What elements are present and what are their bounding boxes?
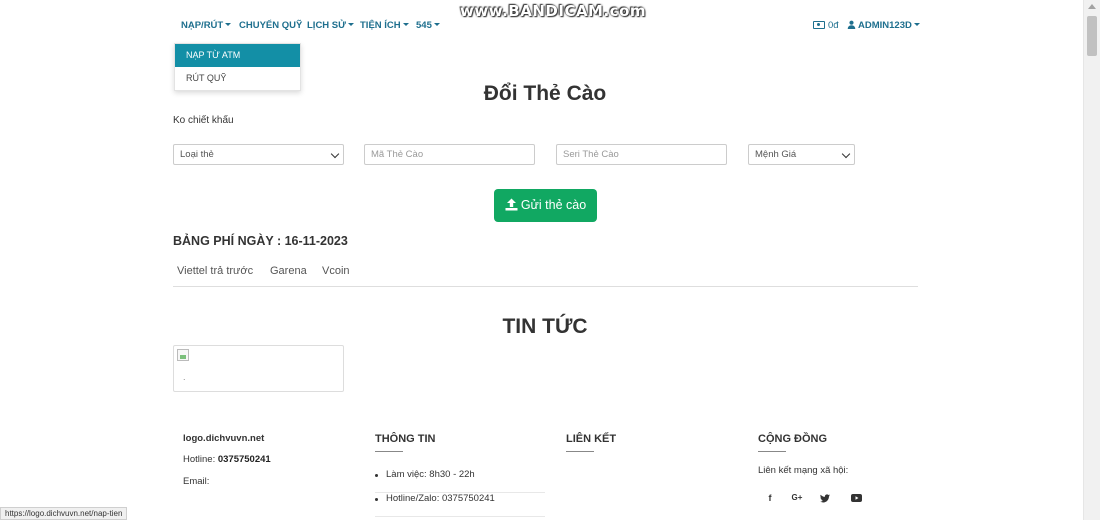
broken-image-icon [177,349,189,361]
vertical-scrollbar[interactable] [1083,0,1100,520]
upload-icon [505,198,518,211]
nav-nap-rut[interactable]: NẠP/RÚT [181,20,232,31]
news-title: TIN TỨC [502,315,588,338]
footer-info-item-hotline: Hotline/Zalo: 0375750241 [375,493,545,517]
nav-545[interactable]: 545 [416,20,440,31]
news-card-caption: . [183,372,186,382]
denomination-select[interactable]: Mệnh Giá [748,144,855,165]
nav-tien-ich[interactable]: TIỆN ÍCH [360,20,409,31]
youtube-play-glyph [850,494,862,502]
chevron-down-icon [841,149,851,159]
submit-card-button[interactable]: Gửi thẻ cào [494,189,597,222]
chevron-down-icon [225,23,232,26]
nav-user-menu[interactable]: ADMIN123D [847,20,920,31]
nav-chuyen-quy[interactable]: CHUYỂN QUỸ [239,20,302,31]
footer-email-label: Email: [183,476,210,487]
footer-info-title: THÔNG TIN [375,433,436,445]
denomination-value: Mệnh Giá [755,149,797,160]
youtube-icon[interactable] [850,492,862,504]
twitter-bird-glyph [820,494,830,503]
chevron-down-icon [913,23,920,26]
tab-garena[interactable]: Garena [270,265,307,277]
card-code-input[interactable]: Mã Thẻ Cào [364,144,535,165]
user-icon [847,20,856,29]
card-type-select[interactable]: Loại thẻ [173,144,344,165]
footer-community-text: Liên kết mạng xã hội: [758,465,849,476]
nav-lich-su[interactable]: LỊCH SỬ [307,20,355,31]
footer-hotline-value: 0375750241 [217,454,271,465]
news-card[interactable]: . [173,345,344,392]
nav-balance[interactable]: 0đ [813,20,839,31]
balance-value: 0đ [828,20,839,31]
chevron-down-icon [433,23,440,26]
card-type-value: Loại thẻ [180,149,214,160]
nav-chuyen-quy-label: CHUYỂN QUỸ [239,20,303,31]
tab-viettel[interactable]: Viettel trả trước [177,265,253,277]
discount-note: Ko chiết khấu [173,115,234,126]
footer-community-underline [758,451,786,452]
user-name: ADMIN123D [858,20,912,31]
dropdown-item-nap-tu-atm[interactable]: NẠP TỪ ATM [175,44,300,67]
nav-nap-rut-label: NẠP/RÚT [181,20,224,31]
nav-545-label: 545 [416,20,432,31]
card-serial-placeholder: Seri Thẻ Cào [563,149,619,160]
card-serial-input[interactable]: Seri Thẻ Cào [556,144,727,165]
scroll-up-arrow-icon[interactable] [1088,4,1096,9]
footer-links-title: LIÊN KẾT [566,433,617,445]
facebook-icon[interactable]: f [764,492,776,504]
google-plus-icon[interactable]: G+ [791,492,803,504]
nav-lich-su-label: LỊCH SỬ [307,20,347,31]
chevron-down-icon [330,149,340,159]
submit-card-label: Gửi thẻ cào [520,198,587,212]
page: www.BANDICAM.com NẠP/RÚT CHUYỂN QUỸ LỊCH… [0,0,1100,520]
page-title: Đổi Thẻ Cào [483,82,607,105]
footer-hotline-label: Hotline: [183,454,216,465]
footer-community-title: CỘNG ĐỒNG [758,433,828,445]
footer-hotline: Hotline: 0375750241 [183,454,271,465]
footer-info-item-hours: Làm việc: 8h30 - 22h [375,469,545,493]
chevron-down-icon [402,23,409,26]
recorder-watermark: www.BANDICAM.com [460,2,647,20]
nav-tien-ich-label: TIỆN ÍCH [360,20,401,31]
twitter-icon[interactable] [819,492,831,504]
status-bar-url: https://logo.dichvuvn.net/nap-tien [0,507,128,520]
footer-site-name: logo.dichvuvn.net [183,433,265,444]
wallet-icon [813,21,825,29]
fee-table-title: BẢNG PHÍ NGÀY : 16-11-2023 [173,234,348,248]
card-code-placeholder: Mã Thẻ Cào [371,149,424,160]
divider [173,286,918,287]
footer-links-underline [566,451,594,452]
footer-info-underline [375,451,403,452]
chevron-down-icon [348,23,355,26]
tab-vcoin[interactable]: Vcoin [322,265,350,277]
scrollbar-thumb[interactable] [1087,16,1097,56]
